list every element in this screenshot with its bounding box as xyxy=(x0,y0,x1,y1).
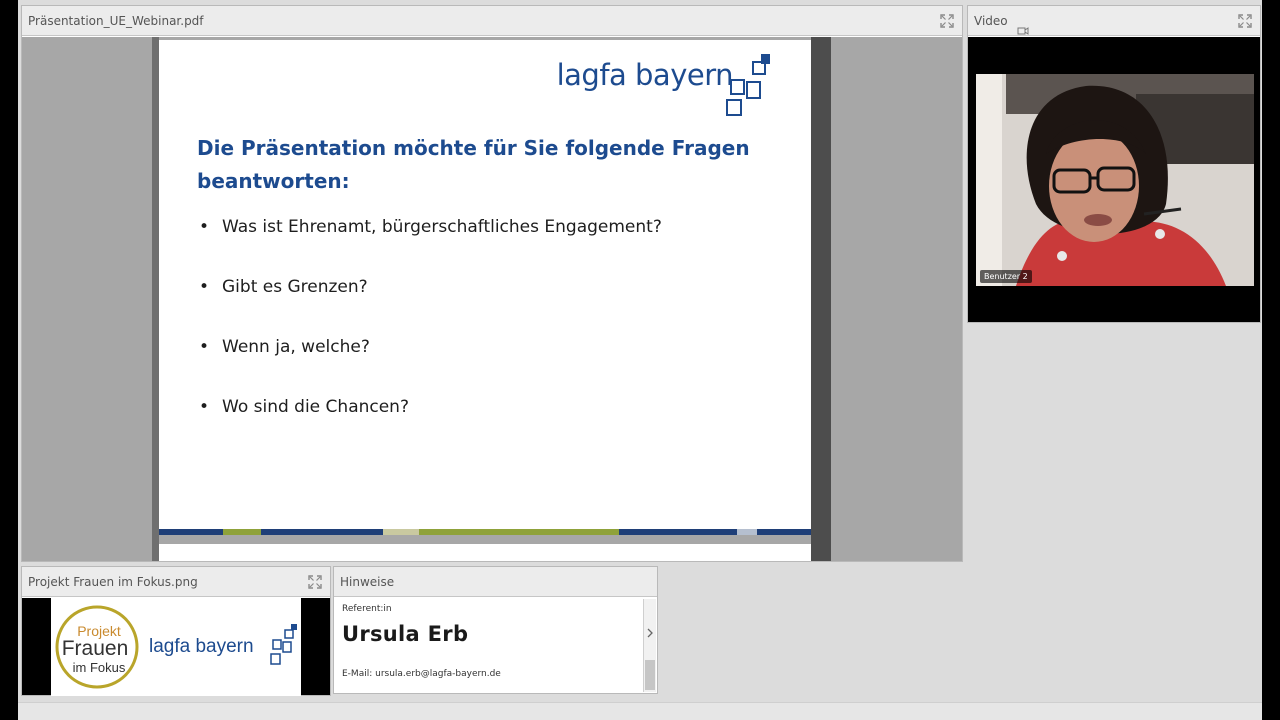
video-pod-header: Video xyxy=(968,6,1260,36)
presentation-viewer[interactable]: lagfa bayern Die Präsentation möchte für… xyxy=(22,37,962,561)
slide-logo-text: lagfa bayern xyxy=(556,58,734,92)
presentation-pod-title: Präsentation_UE_Webinar.pdf xyxy=(28,14,204,28)
notes-role-label: Referent:in xyxy=(342,604,392,614)
notes-speaker-name: Ursula Erb xyxy=(342,622,469,646)
notes-content[interactable]: Referent:in Ursula Erb E-Mail: ursula.er… xyxy=(334,598,657,693)
image-pod: Projekt Frauen im Fokus.png Projekt Frau… xyxy=(21,566,331,696)
slide-bullet: Wo sind die Chancen? xyxy=(199,397,662,457)
presentation-pod: Präsentation_UE_Webinar.pdf lagfa bayern xyxy=(21,5,963,562)
participant-name-label: Benutzer 2 xyxy=(980,270,1032,283)
maximize-icon[interactable] xyxy=(940,14,954,28)
notes-pod: Hinweise Referent:in Ursula Erb E-Mail: … xyxy=(333,566,658,694)
camera-icon[interactable] xyxy=(1017,17,1029,35)
video-pod-title: Video xyxy=(974,14,1008,28)
bottom-strip xyxy=(18,702,1262,720)
maximize-icon[interactable] xyxy=(308,575,322,589)
image-viewer: Projekt Frauen im Fokus lagfa bayern xyxy=(22,598,330,696)
footer-bar-segment xyxy=(383,529,419,535)
project-logo-image: Projekt Frauen im Fokus lagfa bayern xyxy=(51,598,301,696)
next-slide-preview xyxy=(159,544,811,561)
notes-email: E-Mail: ursula.erb@lagfa-bayern.de xyxy=(342,669,501,679)
notes-pod-header: Hinweise xyxy=(334,567,657,597)
video-pod: Video Benutzer 2 xyxy=(967,5,1261,323)
viewer-gutter xyxy=(152,37,159,561)
footer-bar-segment xyxy=(223,529,261,535)
notes-scroll-thumb[interactable] xyxy=(645,660,655,690)
lagfa-logo-icon xyxy=(723,52,775,134)
notes-scrollbar[interactable] xyxy=(643,599,656,692)
slide-footer-bar xyxy=(159,529,811,535)
slide-bullet: Was ist Ehrenamt, bürgerschaftliches Eng… xyxy=(199,217,662,277)
slide-bullet: Gibt es Grenzen? xyxy=(199,277,662,337)
slide-title: Die Präsentation möchte für Sie folgende… xyxy=(197,136,750,193)
notes-pod-title: Hinweise xyxy=(340,575,395,589)
video-area: Benutzer 2 xyxy=(968,37,1260,322)
image-pod-header: Projekt Frauen im Fokus.png xyxy=(22,567,330,597)
footer-bar-segment xyxy=(419,529,619,535)
viewer-scrollbar[interactable] xyxy=(811,37,831,561)
logo-lagfa-text: lagfa bayern xyxy=(149,636,254,657)
logo-frauen-text: Frauen xyxy=(62,637,129,660)
maximize-icon[interactable] xyxy=(1238,14,1252,28)
presentation-pod-header: Präsentation_UE_Webinar.pdf xyxy=(22,6,962,36)
slide-bullet: Wenn ja, welche? xyxy=(199,337,662,397)
webcam-feed[interactable]: Benutzer 2 xyxy=(976,74,1254,286)
logo-imfokus-text: im Fokus xyxy=(73,660,126,675)
footer-bar-segment xyxy=(737,529,757,535)
image-pod-title: Projekt Frauen im Fokus.png xyxy=(28,575,198,589)
slide: lagfa bayern Die Präsentation möchte für… xyxy=(159,40,811,535)
slide-bullet-list: Was ist Ehrenamt, bürgerschaftliches Eng… xyxy=(199,217,662,457)
meeting-room: Präsentation_UE_Webinar.pdf lagfa bayern xyxy=(18,0,1262,720)
scroll-arrow-icon[interactable] xyxy=(646,623,654,638)
